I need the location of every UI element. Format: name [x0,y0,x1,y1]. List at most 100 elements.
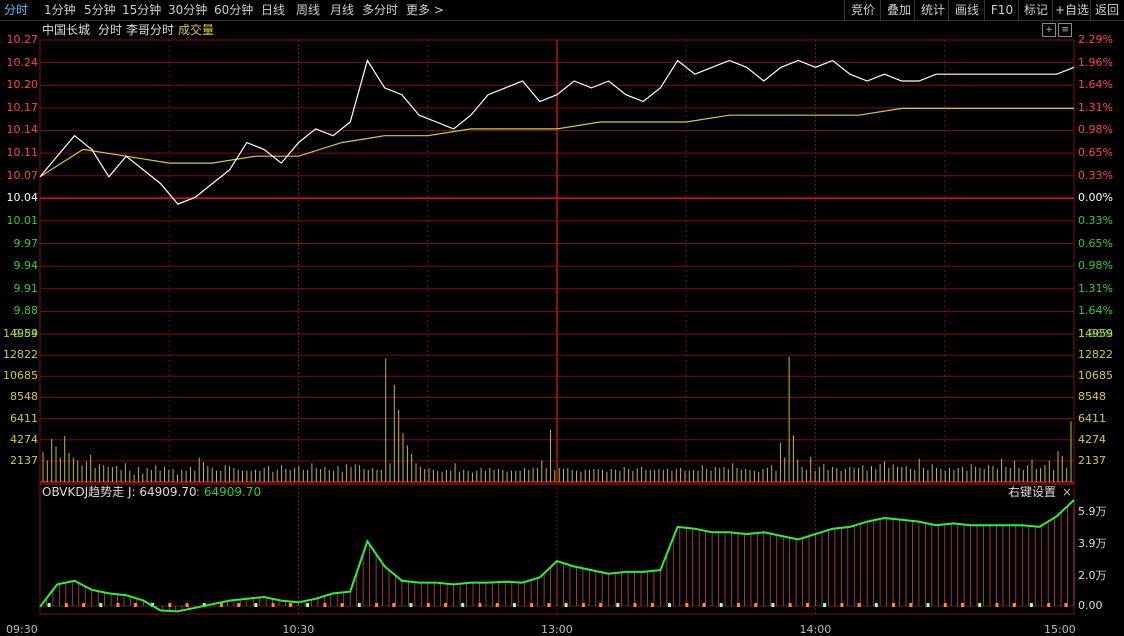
obv-marker [1029,603,1033,607]
close-indicator-icon[interactable]: × [1062,484,1072,500]
price-label-left: 10.27 [6,33,39,46]
indicator-j-label: J: 64909.70 [128,485,197,499]
price-label-left: 10.20 [6,78,39,92]
tab-1[interactable]: 1分钟 [44,0,76,20]
obv-marker [1064,603,1068,607]
obv-line [39,499,1075,613]
obv-marker [512,603,516,607]
tab-9[interactable]: 多分时 [362,0,398,20]
price-label-left: 9.94 [13,259,39,273]
average-price-line [39,107,1074,178]
stock-name: 中国长城 [42,23,91,37]
tab-6[interactable]: 日线 [261,0,285,20]
obv-marker [357,603,361,607]
price-label-left: 10.14 [6,123,39,137]
obv-marker [771,603,775,607]
obv-marker [719,603,723,607]
zoom-icon[interactable]: + [1042,23,1056,37]
obv-marker [151,603,154,607]
config-icon[interactable]: ≡ [1058,23,1072,37]
obv-marker [581,603,585,607]
volume-bars [42,356,1072,482]
price-label-left: 10.24 [6,55,39,69]
obv-marker [426,603,430,607]
obv-marker [874,603,878,607]
obv-marker [478,603,482,607]
toolbar-button-1[interactable]: 叠加 [880,0,917,20]
obv-marker [685,603,689,607]
toolbar-button-0[interactable]: 竞价 [844,0,881,20]
volume-label-right: 6411 [1078,411,1106,425]
time-label: 14:00 [799,623,832,636]
price-label-left: 10.17 [6,100,39,114]
toolbar-button-4[interactable]: F10 [984,0,1019,20]
obv-marker [857,603,861,607]
percent-label-right: 0.65% [1078,146,1113,160]
time-label: 15:00 [1044,623,1076,636]
toolbar-button-3[interactable]: 画线 [948,0,985,20]
tab-5[interactable]: 60分钟 [214,0,253,20]
chart-type-label: 分时 [98,23,123,37]
percent-label-right: 0.33% [1078,213,1113,227]
obv-marker [375,603,379,607]
obv-marker [892,603,895,607]
obv-marker [99,603,103,607]
obv-marker [64,603,68,607]
obv-marker [633,603,637,607]
percent-label-right: 0.33% [1078,168,1113,182]
obv-marker [599,603,603,607]
time-label: 09:30 [6,623,38,636]
percent-label-right: 0.65% [1078,236,1113,250]
obv-marker [823,603,827,607]
obv-marker [547,603,551,607]
toolbar-button-7[interactable]: 返回 [1090,0,1123,20]
percent-label-right: 1.31% [1078,100,1113,114]
obv-marker [530,603,534,607]
price-label-left: 9.97 [13,236,39,250]
volume-label-left: 10685 [3,369,38,383]
indicator-title: OBVKDJ趋势走 [42,485,125,499]
tab-10[interactable]: 更多 > [406,0,444,20]
toolbar-button-5[interactable]: 标记 [1018,0,1053,20]
percent-label-right: 1.96% [1078,55,1113,69]
price-label-left: 10.11 [6,146,39,160]
obv-marker [1012,603,1016,607]
obv-marker [564,603,568,607]
toolbar-button-2[interactable]: 统计 [914,0,951,20]
obv-marker [133,603,137,607]
indicator-axis-label: 3.9万 [1078,537,1107,550]
volume-label: 成交量 [178,23,215,37]
obv-marker [288,603,292,607]
tab-8[interactable]: 月线 [330,0,354,20]
chart-frame [39,39,1075,615]
right-click-settings[interactable]: 右键设置 [1008,484,1056,500]
indicator-axis-label: 5.9万 [1078,505,1107,518]
indicator-j-value: : 64909.70 [196,485,262,499]
tab-3[interactable]: 15分钟 [122,0,161,20]
percent-label-right: 1.64% [1078,304,1113,318]
obv-marker [650,603,654,607]
tab-4[interactable]: 30分钟 [168,0,207,20]
obv-marker [219,603,223,607]
obv-marker [444,603,447,607]
time-label: 13:00 [541,623,573,636]
intraday-chart [39,39,1075,615]
obv-marker [495,603,499,607]
price-line [39,59,1075,205]
obv-marker [409,603,413,607]
obv-marker [995,603,999,607]
toolbar-button-6[interactable]: +自选 [1052,0,1091,20]
tab-2[interactable]: 5分钟 [84,0,116,20]
obv-marker [168,603,172,607]
obv-marker [616,603,620,607]
obv-marker [237,603,241,607]
indicator-axis-label: 2.0万 [1078,569,1107,582]
obv-marker [202,603,206,607]
obv-marker [754,603,758,607]
tab-7[interactable]: 周线 [296,0,320,20]
percent-label-right: 1.64% [1078,78,1113,92]
tab-0[interactable]: 分时 [4,0,28,20]
volume-label-left: 2137 [10,453,38,467]
time-label: 10:30 [282,623,315,636]
obv-marker [737,603,740,607]
